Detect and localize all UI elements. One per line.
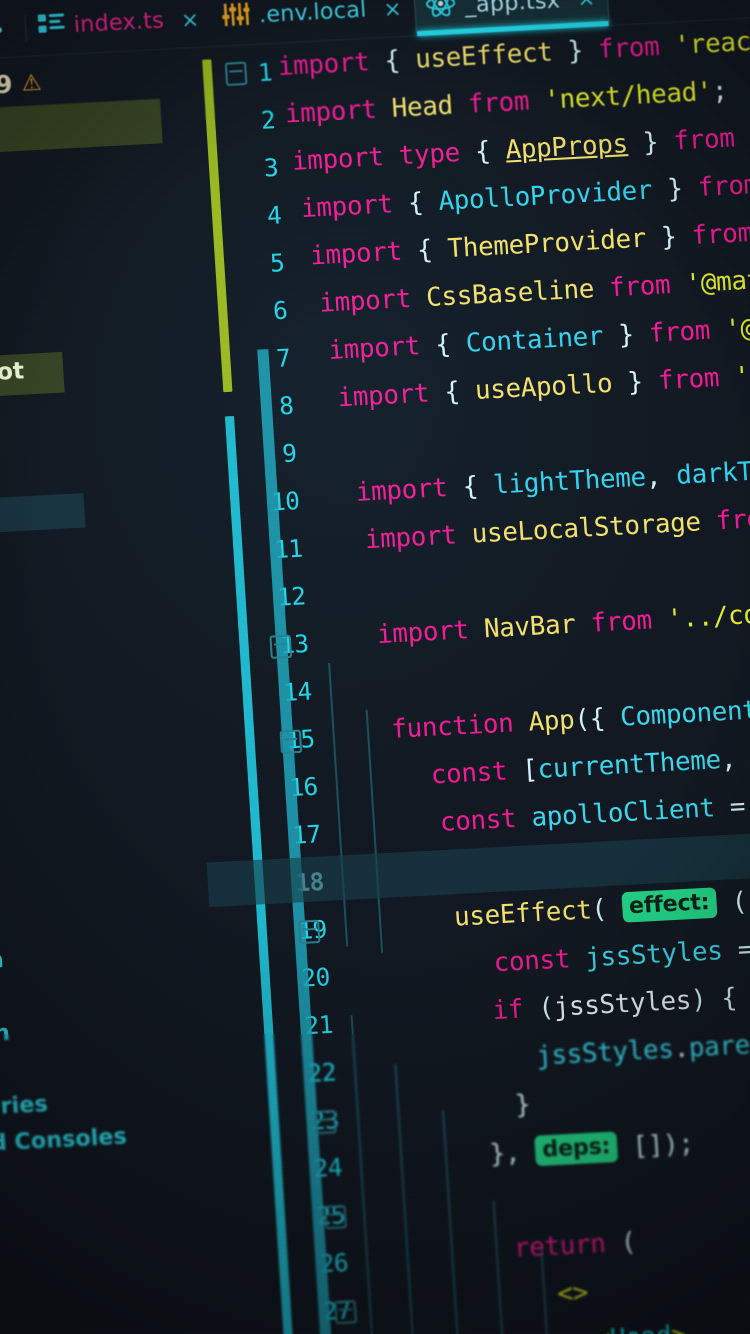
fold-marker[interactable] [279,729,303,754]
list-item[interactable]: fig.json [0,1015,11,1055]
line-number: 3 [263,153,280,183]
indent-guide [442,1110,466,1334]
indent-guide [328,662,349,947]
tab-label: _app.tsx [463,0,561,18]
tab-label: .env.local [258,0,368,29]
line-number: 5 [269,248,286,278]
line-number: 6 [272,296,289,326]
sidebar-selection-band [0,98,163,160]
line-number: 13 [279,629,310,660]
inlay-hint-effect: effect: [620,887,718,923]
indent-guide [350,1015,381,1334]
line-number: 11 [273,534,304,565]
line-number: 24 [312,1153,343,1184]
line-number: 4 [266,201,283,231]
indent-guide [394,1063,421,1334]
fold-marker[interactable] [269,634,293,659]
tab-label: index.ts [73,8,165,39]
tree-item-label: ge.json [0,947,5,978]
code-line[interactable]: }, deps: []); [488,1120,695,1179]
line-number: 20 [300,962,331,993]
line-number: 14 [282,677,313,708]
line-number: 7 [275,343,292,373]
code-line[interactable]: } [513,1081,531,1130]
list-item[interactable]: ge.json [0,943,5,982]
line-number: 26 [318,1248,349,1279]
code-line[interactable]: <Head> [594,1312,689,1334]
line-number: 22 [306,1058,337,1088]
line-number: 12 [276,581,307,612]
settings-sliders-icon [221,1,251,33]
ide-screenshot: index.ts × .env.local × _app.tsx 9 ⚠ roo… [0,0,750,1334]
sidebar-hover-band [0,493,86,539]
tree-item-label: l Libraries [0,1091,49,1123]
line-number: 21 [303,1010,334,1041]
tab-close-icon[interactable]: × [576,0,596,11]
fold-marker[interactable] [297,919,321,945]
line-number: 17 [291,819,322,850]
line-number: 2 [260,105,277,135]
line-number: 1 [257,58,273,88]
minimize-icon[interactable] [0,24,3,36]
tab-env-local[interactable]: .env.local × [210,0,415,40]
indent-guide [365,709,384,953]
fold-marker[interactable] [224,61,248,87]
indent-guide [492,1200,511,1334]
tab-close-icon[interactable]: × [383,0,403,21]
react-atom-icon [424,0,457,25]
tree-item-label: library root [0,358,25,392]
typescript-file-icon [37,12,65,42]
tree-item-label: es and Consoles [0,1123,128,1160]
tree-item-label: fig.json [0,1020,11,1051]
warning-icon: ⚠ [20,69,43,97]
inlay-hint-deps: deps: [534,1131,619,1167]
fold-marker[interactable] [313,1109,337,1135]
code-line[interactable]: return ( [512,1219,637,1273]
fold-marker[interactable] [324,1204,347,1230]
line-number: 9 [281,439,298,469]
tab-close-icon[interactable]: × [180,7,200,32]
problem-count: 9 [0,70,14,100]
list-item[interactable]: l Libraries [0,1087,49,1128]
code-line[interactable]: import NavBar from '../components/NavB [376,581,750,660]
line-number: 8 [278,391,295,421]
line-number: 10 [270,486,301,517]
fold-marker[interactable] [334,1299,357,1325]
editor-screen: index.ts × .env.local × _app.tsx 9 ⚠ roo… [0,0,750,1334]
window-toolbar [0,0,27,65]
code-line[interactable]: <> [556,1269,590,1318]
line-number: 16 [288,772,319,803]
list-item[interactable]: es and Consoles [0,1119,128,1164]
tab-index-ts[interactable]: index.ts × [27,0,213,49]
list-item[interactable]: ME.md [0,979,1,1018]
code-editor[interactable]: import { useEffect } from 'react'; 8.23 … [206,11,750,1334]
